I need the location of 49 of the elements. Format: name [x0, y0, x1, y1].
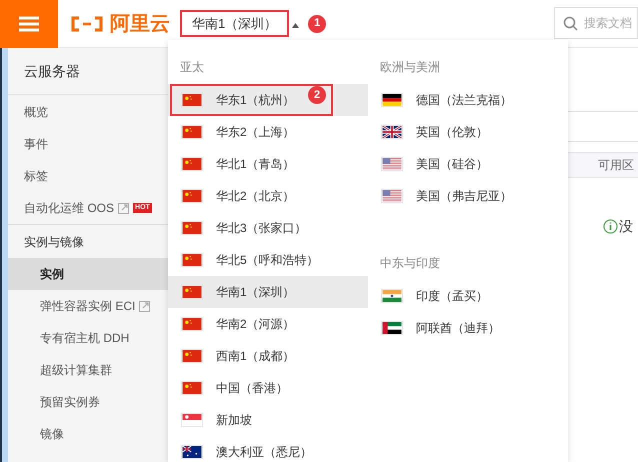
menu-icon	[18, 16, 40, 32]
sidebar-item[interactable]: 镜像	[8, 418, 168, 450]
sidebar-group-title: 实例与镜像	[24, 234, 84, 251]
flag-icon	[181, 93, 203, 107]
sidebar-item[interactable]: 超级计算集群	[8, 354, 168, 386]
step-badge: 2	[308, 86, 326, 104]
search-icon	[563, 16, 578, 30]
sidebar-item[interactable]: 专有宿主机 DDH	[8, 322, 168, 354]
region-selector[interactable]: 华南1（深圳）	[180, 10, 290, 37]
region-option[interactable]: 澳大利亚（悉尼）	[168, 436, 368, 462]
region-group-title: 中东与印度	[380, 255, 440, 272]
region-option[interactable]: 华东1（杭州） 2	[168, 84, 368, 116]
column-header: 可用区	[598, 157, 634, 174]
region-option[interactable]: 华南1（深圳）	[168, 276, 368, 308]
flag-icon	[381, 321, 403, 335]
region-group-title: 亚太	[180, 59, 204, 76]
flag-icon	[381, 93, 403, 107]
flag-icon	[181, 157, 203, 171]
sidebar-item[interactable]: 实例	[8, 258, 168, 290]
step-badge: 1	[308, 14, 326, 32]
sidebar-item[interactable]: 标签	[8, 160, 168, 192]
region-group-title: 欧洲与美洲	[380, 59, 440, 76]
logo-icon	[70, 16, 104, 32]
sidebar-title: 云服务器	[24, 62, 80, 80]
caret-icon	[292, 23, 300, 28]
flag-icon	[181, 189, 203, 203]
flag-icon	[181, 381, 203, 395]
flag-icon	[181, 125, 203, 139]
empty-notice: 没	[619, 217, 633, 236]
flag-icon	[181, 221, 203, 235]
sidebar-item[interactable]: 概览	[8, 96, 168, 128]
menu-button[interactable]	[0, 0, 58, 48]
sidebar-item[interactable]: 事件	[8, 128, 168, 160]
search-field[interactable]: 搜索文档	[554, 7, 638, 39]
flag-icon	[181, 253, 203, 267]
info-icon	[603, 219, 618, 234]
flag-icon	[181, 317, 203, 331]
logo-text: 阿里云	[110, 14, 170, 34]
flag-icon	[381, 189, 403, 203]
flag-icon	[381, 125, 403, 139]
flag-icon	[181, 445, 203, 459]
sidebar-item[interactable]: 预留实例券	[8, 386, 168, 418]
flag-icon	[381, 157, 403, 171]
flag-icon	[181, 413, 203, 427]
flag-icon	[181, 285, 203, 299]
flag-icon	[181, 349, 203, 363]
search-input[interactable]: 搜索文档	[584, 14, 637, 32]
flag-icon	[381, 289, 403, 303]
sidebar-item[interactable]: 弹性容器实例 ECI	[8, 290, 168, 322]
